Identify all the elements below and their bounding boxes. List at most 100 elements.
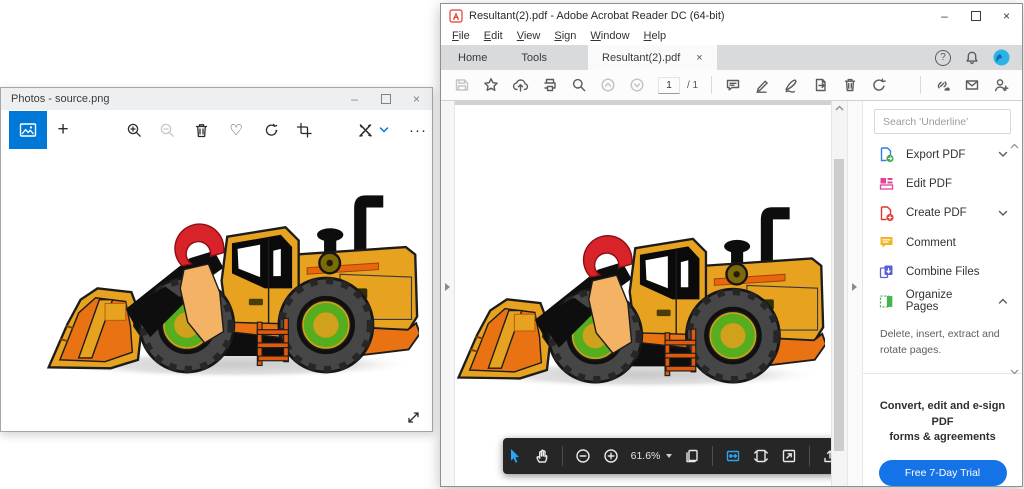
- search-icon: [571, 77, 587, 93]
- document-scrollbar[interactable]: [831, 101, 847, 486]
- delete-button[interactable]: [842, 77, 858, 93]
- right-pane-handle[interactable]: [847, 101, 862, 486]
- next-page-button[interactable]: [629, 77, 645, 93]
- delete-button[interactable]: [189, 118, 213, 142]
- acrobat-title-bar[interactable]: Resultant(2).pdf - Adobe Acrobat Reader …: [441, 4, 1022, 27]
- highlighter-icon: [754, 77, 770, 93]
- acrobat-window-title: Resultant(2).pdf - Adobe Acrobat Reader …: [469, 10, 725, 22]
- tab-home[interactable]: Home: [441, 45, 504, 70]
- rotate-button[interactable]: [259, 118, 283, 142]
- edit-create-button[interactable]: [353, 118, 377, 142]
- close-button[interactable]: ×: [991, 4, 1022, 27]
- export-pdf-icon: [878, 146, 895, 163]
- favorite-button[interactable]: [483, 77, 499, 93]
- chevron-down-icon: [998, 210, 1008, 217]
- highlight-button[interactable]: [754, 77, 770, 93]
- email-button[interactable]: [964, 77, 980, 93]
- rotate-button[interactable]: [871, 77, 887, 93]
- minimize-button[interactable]: –: [339, 88, 370, 110]
- save-button[interactable]: [454, 77, 470, 93]
- menu-edit[interactable]: Edit: [477, 29, 510, 43]
- search-button[interactable]: [571, 77, 587, 93]
- export-button[interactable]: [813, 77, 829, 93]
- share-cloud-button[interactable]: [512, 77, 529, 93]
- scroll-up-icon[interactable]: [835, 105, 844, 111]
- comment-button[interactable]: [725, 77, 741, 93]
- tool-organize-pages[interactable]: Organize Pages: [863, 286, 1022, 315]
- document-background: [455, 101, 831, 105]
- promo-line-2: forms & agreements: [889, 431, 995, 443]
- fullscreen-icon[interactable]: [781, 448, 797, 464]
- zoom-dropdown-icon: [666, 454, 672, 458]
- page-thumbnails-icon[interactable]: [684, 448, 700, 464]
- arrow-up-circle-icon: [600, 77, 616, 93]
- page-number-input[interactable]: 1: [658, 77, 680, 94]
- expand-diagonal-icon: [406, 410, 421, 425]
- close-button[interactable]: ×: [401, 88, 432, 110]
- tab-tools[interactable]: Tools: [504, 45, 564, 70]
- minimize-button[interactable]: –: [929, 4, 960, 27]
- more-button[interactable]: ···: [406, 118, 430, 142]
- crop-icon: [296, 122, 313, 139]
- arrow-down-circle-icon: [629, 77, 645, 93]
- print-button[interactable]: [542, 77, 558, 93]
- fit-page-icon[interactable]: [753, 448, 769, 464]
- expand-left-pane-icon[interactable]: [445, 283, 450, 291]
- free-trial-button[interactable]: Free 7-Day Trial: [879, 460, 1007, 486]
- print-icon: [542, 77, 558, 93]
- zoom-in-button[interactable]: [122, 118, 146, 142]
- help-button[interactable]: ?: [935, 50, 951, 66]
- previous-page-button[interactable]: [600, 77, 616, 93]
- menu-sign[interactable]: Sign: [547, 29, 583, 43]
- edit-create-icon: [357, 122, 374, 139]
- tab-close-button[interactable]: ×: [696, 52, 702, 64]
- tab-document[interactable]: Resultant(2).pdf ×: [588, 45, 717, 70]
- edit-create-dropdown[interactable]: [376, 118, 392, 142]
- pane-scroll-up-icon[interactable]: [1010, 143, 1019, 149]
- tool-create-pdf[interactable]: Create PDF: [863, 199, 1022, 228]
- favorite-button[interactable]: ♡: [224, 118, 248, 142]
- see-all-photos-button[interactable]: [9, 111, 47, 149]
- maximize-icon: [381, 94, 391, 104]
- maximize-button[interactable]: [960, 4, 991, 27]
- hand-tool-icon[interactable]: [534, 448, 550, 464]
- crop-button[interactable]: [292, 118, 316, 142]
- zoom-out-button[interactable]: [155, 118, 179, 142]
- expand-right-pane-icon[interactable]: [852, 283, 857, 291]
- scrollbar-thumb[interactable]: [834, 159, 844, 451]
- invite-people-button[interactable]: [993, 77, 1009, 93]
- maximize-button[interactable]: [370, 88, 401, 110]
- toolbar-divider: [562, 446, 563, 466]
- document-area[interactable]: 61.6%: [455, 101, 831, 486]
- pane-scroll-down-icon[interactable]: [1010, 369, 1019, 375]
- zoom-in-icon[interactable]: [603, 448, 619, 464]
- acrobat-app-icon: [449, 9, 463, 23]
- edit-pdf-icon: [878, 175, 895, 192]
- photos-window: Photos - source.png – × +: [0, 87, 433, 432]
- zoom-out-icon[interactable]: [575, 448, 591, 464]
- cloud-upload-icon: [512, 77, 529, 93]
- share-link-button[interactable]: [934, 77, 951, 93]
- sign-button[interactable]: [783, 77, 800, 93]
- avatar[interactable]: [993, 49, 1010, 66]
- tool-export-pdf[interactable]: Export PDF: [863, 140, 1022, 169]
- bell-icon[interactable]: [964, 50, 980, 66]
- menu-window[interactable]: Window: [583, 29, 636, 43]
- zoom-level-control[interactable]: 61.6%: [631, 450, 673, 462]
- tool-edit-pdf[interactable]: Edit PDF: [863, 169, 1022, 198]
- tools-search-input[interactable]: [874, 109, 1011, 134]
- menu-help[interactable]: Help: [637, 29, 674, 43]
- select-tool-icon[interactable]: [507, 448, 522, 464]
- add-to-button[interactable]: +: [51, 118, 75, 142]
- fit-width-icon[interactable]: [725, 448, 741, 464]
- menu-view[interactable]: View: [510, 29, 548, 43]
- menu-file[interactable]: File: [445, 29, 477, 43]
- tool-combine-files[interactable]: Combine Files: [863, 257, 1022, 286]
- pdf-page-image: [455, 195, 825, 400]
- left-nav-rail[interactable]: [441, 101, 455, 486]
- person-add-icon: [993, 77, 1009, 93]
- share-upload-icon[interactable]: [822, 448, 831, 464]
- fullscreen-button[interactable]: [406, 410, 421, 425]
- tool-comment[interactable]: Comment: [863, 228, 1022, 257]
- photos-title-bar[interactable]: Photos - source.png – ×: [1, 88, 432, 110]
